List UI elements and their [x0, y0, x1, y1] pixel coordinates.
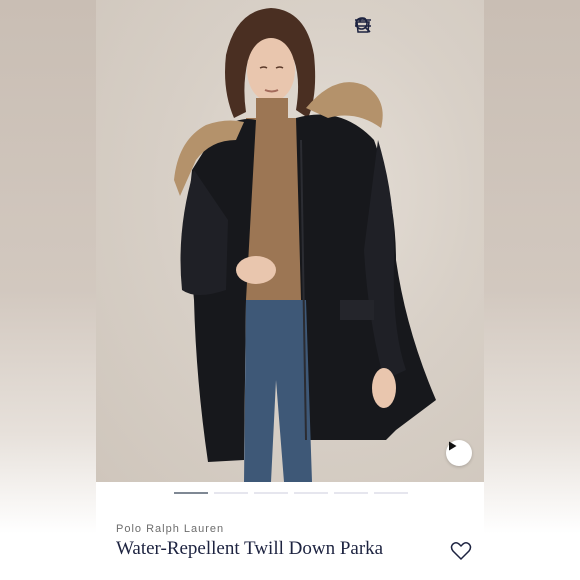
pagination-dot[interactable]: [374, 492, 408, 494]
pagination-dot[interactable]: [294, 492, 328, 494]
pagination-dot[interactable]: [334, 492, 368, 494]
menu-icon[interactable]: [355, 16, 456, 38]
pagination-dot[interactable]: [254, 492, 288, 494]
background-left: [0, 0, 96, 580]
pagination-dot[interactable]: [214, 492, 248, 494]
gallery-pagination: [174, 492, 408, 494]
product-page: Polo Ralph Lauren Water-Repellent Twill …: [96, 0, 484, 580]
play-video-button[interactable]: [446, 440, 472, 466]
model-illustration: [174, 8, 436, 482]
header-icons: [354, 16, 456, 38]
product-brand: Polo Ralph Lauren: [116, 523, 225, 535]
product-title: Water-Repellent Twill Down Parka: [116, 538, 384, 559]
background-right: [484, 0, 580, 580]
pagination-dot[interactable]: [174, 492, 208, 494]
shopping-bag-icon[interactable]: [356, 16, 416, 38]
product-image[interactable]: [96, 0, 484, 482]
play-icon: [449, 441, 457, 451]
wishlist-heart-icon[interactable]: [450, 540, 472, 562]
